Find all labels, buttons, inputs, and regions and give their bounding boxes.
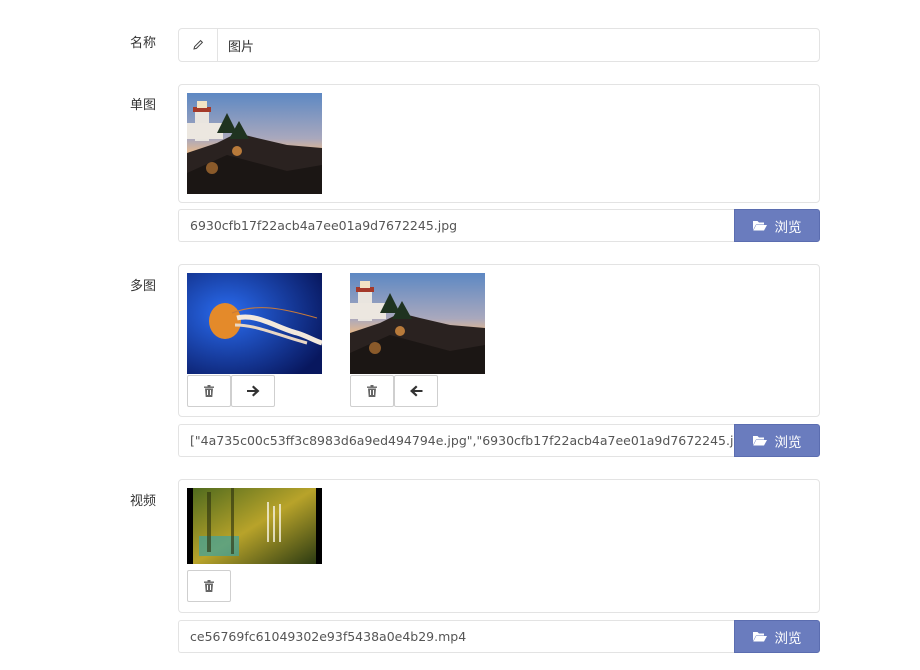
folder-open-icon — [752, 436, 767, 446]
name-label: 名称 — [130, 36, 157, 51]
trash-icon — [204, 385, 214, 397]
arrow-right-icon — [246, 385, 259, 397]
single-image-path-input[interactable]: 6930cfb17f22acb4a7ee01a9d7672245.jpg — [178, 209, 734, 242]
name-value: 图片 — [228, 39, 255, 55]
delete-video-button[interactable] — [187, 570, 231, 602]
arrow-left-icon — [409, 385, 422, 397]
browse-label: 浏览 — [774, 434, 802, 451]
delete-image-2-button[interactable] — [350, 375, 394, 407]
video-label: 视频 — [130, 494, 157, 509]
pencil-icon — [179, 29, 218, 61]
trash-icon — [367, 385, 377, 397]
single-image-label: 单图 — [130, 98, 157, 113]
folder-open-icon — [752, 221, 767, 231]
video-browse-button[interactable]: 浏览 — [734, 620, 820, 653]
trash-icon — [204, 580, 214, 592]
multi-image-browse-button[interactable]: 浏览 — [734, 424, 820, 457]
move-right-button[interactable] — [231, 375, 275, 407]
single-image-preview — [178, 84, 820, 203]
multi-image-preview — [178, 264, 820, 417]
folder-open-icon — [752, 632, 767, 642]
multi-image-path-input[interactable]: ["4a735c00c53ff3c8983d6a9ed494794e.jpg",… — [178, 424, 734, 457]
lighthouse-thumbnail[interactable] — [350, 273, 485, 374]
video-preview — [178, 479, 820, 613]
browse-label: 浏览 — [774, 219, 802, 236]
video-thumbnail[interactable] — [187, 488, 322, 564]
single-image-path-row: 6930cfb17f22acb4a7ee01a9d7672245.jpg 浏览 — [178, 209, 820, 242]
move-left-button[interactable] — [394, 375, 438, 407]
single-image-browse-button[interactable]: 浏览 — [734, 209, 820, 242]
video-path-input[interactable]: ce56769fc61049302e93f5438a0e4b29.mp4 — [178, 620, 734, 653]
video-path-row: ce56769fc61049302e93f5438a0e4b29.mp4 浏览 — [178, 620, 820, 653]
multi-image-label: 多图 — [130, 279, 157, 294]
browse-label: 浏览 — [774, 630, 802, 647]
multi-image-path-row: ["4a735c00c53ff3c8983d6a9ed494794e.jpg",… — [178, 424, 820, 457]
name-field[interactable]: 图片 — [178, 28, 820, 62]
delete-image-1-button[interactable] — [187, 375, 231, 407]
lighthouse-thumbnail[interactable] — [187, 93, 322, 194]
jellyfish-thumbnail[interactable] — [187, 273, 322, 374]
